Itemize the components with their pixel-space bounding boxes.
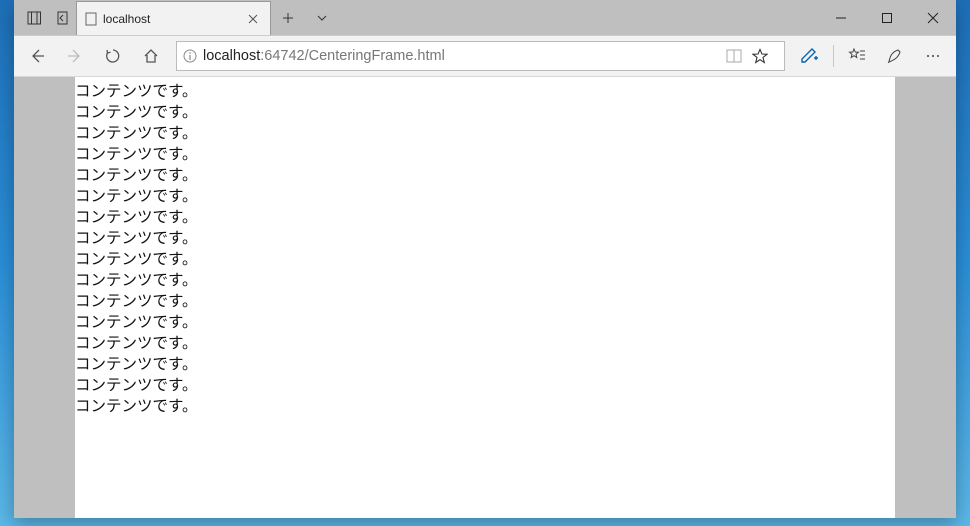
content-line: コンテンツです。 [75,354,895,375]
browser-window: localhost [14,0,956,518]
add-notes-button[interactable] [791,35,829,77]
home-button[interactable] [132,35,170,77]
title-bar-left [14,0,76,35]
title-bar-drag-area[interactable] [339,0,818,35]
url-host: localhost [203,48,260,64]
content-line: コンテンツです。 [75,81,895,102]
content-line: コンテンツです。 [75,312,895,333]
content-line: コンテンツです。 [75,123,895,144]
toolbar: localhost:64742/CenteringFrame.html [14,35,956,77]
url-text: localhost:64742/CenteringFrame.html [203,48,726,64]
favorite-button[interactable] [752,48,778,64]
tab-actions [271,0,339,35]
close-window-button[interactable] [910,0,956,35]
url-path: /CenteringFrame.html [305,48,445,64]
new-tab-button[interactable] [271,0,305,35]
content-area: コンテンツです。コンテンツです。コンテンツです。コンテンツです。コンテンツです。… [14,77,956,518]
favorites-list-button[interactable] [838,35,876,77]
minimize-button[interactable] [818,0,864,35]
tabs-aside-icon[interactable] [20,0,48,35]
back-button[interactable] [18,35,56,77]
forward-button[interactable] [56,35,94,77]
content-line: コンテンツです。 [75,165,895,186]
content-line: コンテンツです。 [75,102,895,123]
site-info-icon[interactable] [183,49,197,63]
settings-menu-button[interactable] [914,35,952,77]
refresh-button[interactable] [94,35,132,77]
browser-tab[interactable]: localhost [76,1,271,35]
content-line: コンテンツです。 [75,249,895,270]
maximize-button[interactable] [864,0,910,35]
page-icon [85,12,97,26]
toolbar-separator [833,45,834,67]
content-line: コンテンツです。 [75,186,895,207]
content-line: コンテンツです。 [75,207,895,228]
address-bar[interactable]: localhost:64742/CenteringFrame.html [176,41,785,71]
content-line: コンテンツです。 [75,396,895,417]
content-line: コンテンツです。 [75,270,895,291]
tab-title: localhost [103,12,244,26]
content-line: コンテンツです。 [75,228,895,249]
content-line: コンテンツです。 [75,333,895,354]
tab-close-button[interactable] [244,14,262,24]
content-line: コンテンツです。 [75,144,895,165]
page-content: コンテンツです。コンテンツです。コンテンツです。コンテンツです。コンテンツです。… [75,77,895,518]
reading-view-button[interactable] [726,49,752,63]
content-line: コンテンツです。 [75,375,895,396]
set-tabs-aside-icon[interactable] [48,0,76,35]
url-port: :64742 [260,48,304,64]
toolbar-right [791,35,952,77]
content-line: コンテンツです。 [75,291,895,312]
tab-menu-button[interactable] [305,0,339,35]
title-bar: localhost [14,0,956,35]
edit-button[interactable] [876,35,914,77]
window-controls [818,0,956,35]
